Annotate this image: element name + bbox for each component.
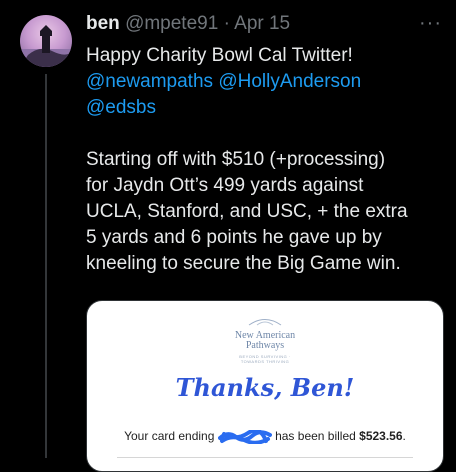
thread-line [45,74,47,458]
org-tagline: BEYOND SURVIVING · TOWARDS THRIVING [239,354,291,364]
billing-prefix: Your card ending [124,429,218,443]
tweet-line: for Jaydn Ott’s 499 yards against [86,175,364,196]
mentions-line: @newampaths @HollyAnderson [86,69,446,95]
avatar-lighthouse-image [20,25,72,67]
logo-arc-icon [248,319,282,326]
separator: · [223,13,230,34]
more-options-icon[interactable]: ··· [419,13,442,33]
billing-line: Your card ending has been billed $523.56… [87,428,443,445]
org-name-line2: Pathways [245,340,285,351]
thanks-heading: Thanks, Ben! [175,373,355,402]
mention-link[interactable]: @edsbs [86,97,156,118]
billing-middle: has been billed [271,429,360,443]
mentions-line: @edsbs [86,95,446,121]
billing-suffix: . [402,429,406,443]
avatar[interactable] [20,15,72,67]
tweet-date[interactable]: Apr 15 [234,13,290,34]
display-name[interactable]: ben [86,13,120,34]
tweet-media-image[interactable]: New American Pathways BEYOND SURVIVING ·… [86,300,444,472]
mention-link[interactable]: @newampaths [86,71,213,92]
tweet-line: 5 yards and 6 points he gave up by [86,227,382,248]
tweet-line: UCLA, Stanford, and USC, + the extra [86,201,408,222]
tweet-line: Happy Charity Bowl Cal Twitter! [86,45,353,66]
redaction-scribble [217,428,272,445]
mention-link[interactable]: @HollyAnderson [218,71,361,92]
tweet-header: ben @mpete91 · Apr 15 [86,12,416,36]
tweet-text: Happy Charity Bowl Cal Twitter! @newampa… [86,43,446,277]
tweet-line: Starting off with $510 (+processing) [86,149,386,170]
handle[interactable]: @mpete91 [125,13,218,34]
billed-amount: $523.56 [359,429,403,443]
tweet-line: kneeling to secure the Big Game win. [86,253,401,274]
org-logo: New American Pathways BEYOND SURVIVING ·… [227,313,303,364]
